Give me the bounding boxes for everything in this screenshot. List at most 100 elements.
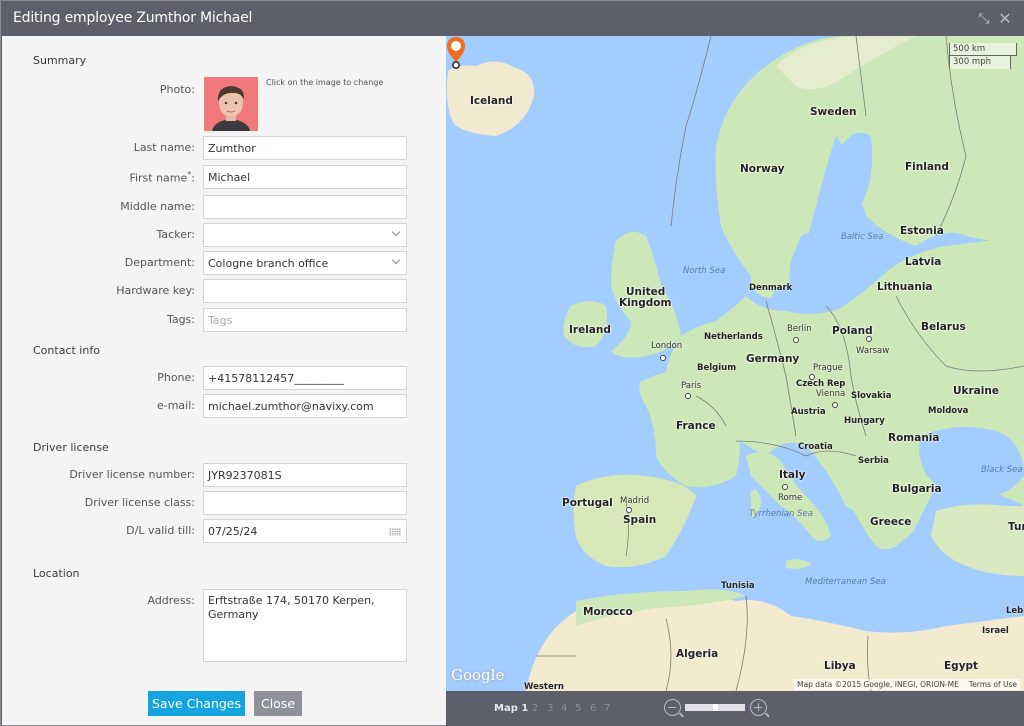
- close-button[interactable]: Close: [254, 691, 302, 716]
- map-city-london: London: [651, 341, 683, 351]
- terms-of-use-link[interactable]: Terms of Use: [969, 680, 1017, 689]
- tags-input[interactable]: Tags: [203, 308, 407, 332]
- map-label-turkey: Turkey: [1008, 521, 1024, 533]
- map-city-warsaw: Warsaw: [856, 346, 890, 356]
- employee-photo[interactable]: [204, 77, 258, 131]
- license-valid-label: D/L valid till:: [126, 524, 195, 537]
- map-tab-4[interactable]: 4: [561, 703, 567, 714]
- map-tab-2[interactable]: 2: [532, 703, 538, 714]
- license-valid-value: 07/25/24: [208, 525, 258, 538]
- license-valid-date-input[interactable]: 07/25/24: [203, 519, 407, 543]
- hardware-key-input[interactable]: [203, 279, 407, 303]
- photo-hint: Click on the image to change: [266, 78, 384, 87]
- zoom-out-icon[interactable]: [664, 699, 684, 718]
- section-location: Location: [33, 567, 80, 580]
- map-label-lithuania: Lithuania: [877, 281, 933, 293]
- license-class-input[interactable]: [203, 491, 407, 515]
- zoom-slider-thumb[interactable]: [712, 704, 718, 711]
- chevron-down-icon: [391, 227, 401, 237]
- first-name-label-text: First name: [129, 171, 188, 185]
- map-label-slovakia: Slovakia: [851, 391, 892, 401]
- map-label-sweden: Sweden: [810, 106, 857, 118]
- last-name-row: Last name: Zumthor: [2, 136, 446, 160]
- land-sicily: [786, 559, 811, 569]
- map-tab-1[interactable]: Map 1: [494, 703, 528, 714]
- tags-label: Tags:: [166, 313, 195, 326]
- map-label-germany: Germany: [746, 353, 800, 365]
- map-sea-black-sea: Black Sea: [981, 465, 1023, 475]
- tags-row: Tags: Tags: [2, 308, 446, 332]
- expand-icon[interactable]: ⤡: [976, 11, 992, 27]
- address-line-2: Germany: [208, 608, 259, 621]
- scale-metric: 500 km: [949, 43, 1017, 56]
- hardware-key-row: Hardware key:: [2, 279, 446, 303]
- map-label-latvia: Latvia: [905, 256, 942, 268]
- address-textarea[interactable]: Erftstraße 174, 50170 Kerpen, Germany: [203, 589, 407, 662]
- magnifier-handle: [679, 712, 684, 718]
- map-tab-6[interactable]: 6: [590, 703, 596, 714]
- middle-name-row: Middle name:: [2, 195, 446, 219]
- city-dot-warsaw: [866, 336, 872, 342]
- license-number-label: Driver license number:: [69, 468, 195, 481]
- license-class-label: Driver license class:: [84, 496, 195, 509]
- department-label: Department:: [124, 256, 195, 269]
- license-number-input[interactable]: JYR9237081S: [203, 463, 407, 487]
- map-label-egypt: Egypt: [944, 660, 979, 672]
- middle-name-label: Middle name:: [120, 200, 195, 213]
- email-label: e-mail:: [156, 399, 195, 412]
- section-summary: Summary: [33, 54, 87, 67]
- phone-input[interactable]: +41578112457_________: [203, 366, 407, 390]
- edit-employee-dialog: Editing employee Zumthor Michael ⤡ ✕ Sum…: [0, 0, 1024, 726]
- map-label-belgium: Belgium: [697, 363, 737, 373]
- map-label-moldova: Moldova: [928, 406, 969, 416]
- chevron-down-icon: [391, 255, 401, 265]
- map-label-portugal: Portugal: [562, 497, 613, 509]
- map-tab-5[interactable]: 5: [575, 703, 581, 714]
- map-tab-7[interactable]: 7: [604, 703, 610, 714]
- tracker-label: Tacker:: [156, 228, 195, 241]
- address-label: Address:: [147, 594, 195, 607]
- map-label-netherlands: Netherlands: [704, 332, 763, 342]
- dialog-titlebar: Editing employee Zumthor Michael ⤡ ✕: [1, 1, 1024, 36]
- map-sea-north-sea: North Sea: [683, 266, 726, 276]
- phone-row: Phone: +41578112457_________: [2, 366, 446, 390]
- tracker-row: Tacker:: [2, 223, 446, 247]
- scale-imperial: 300 mph: [949, 56, 1011, 69]
- location-marker-icon[interactable]: [446, 36, 466, 70]
- map-label-kingdom: Kingdom: [619, 297, 672, 309]
- map-label-western-sahara: Western: [524, 682, 564, 691]
- department-select[interactable]: Cologne branch office: [203, 251, 407, 275]
- map-label-austria: Austria: [791, 407, 826, 417]
- first-name-input[interactable]: Michael: [203, 165, 407, 189]
- tracker-select[interactable]: [203, 223, 407, 247]
- land-turkey: [931, 504, 1024, 576]
- map-label-serbia: Serbia: [858, 456, 889, 466]
- last-name-input[interactable]: Zumthor: [203, 136, 407, 160]
- map-sea-mediterranean-sea: Mediterranean Sea: [805, 577, 886, 587]
- map-tab-3[interactable]: 3: [547, 703, 553, 714]
- license-number-row: Driver license number: JYR9237081S: [2, 463, 446, 487]
- map-label-bulgaria: Bulgaria: [892, 483, 942, 495]
- zoom-in-icon[interactable]: [750, 699, 770, 718]
- close-icon[interactable]: ✕: [997, 11, 1013, 27]
- city-dot-madrid: [626, 507, 632, 513]
- middle-name-input[interactable]: [203, 195, 407, 219]
- map-view[interactable]: 500 km 300 mph Iceland Sweden Norway Fin…: [446, 36, 1024, 691]
- map-city-madrid: Madrid: [620, 496, 650, 506]
- map-city-paris: Paris: [681, 381, 702, 391]
- map-label-tunisia: Tunisia: [721, 581, 755, 591]
- phone-label: Phone:: [157, 371, 195, 384]
- save-changes-button[interactable]: Save Changes: [148, 691, 245, 716]
- license-class-row: Driver license class:: [2, 491, 446, 515]
- city-dot-paris: [685, 393, 691, 399]
- calendar-icon[interactable]: [389, 528, 401, 536]
- license-valid-row: D/L valid till: 07/25/24: [2, 519, 446, 543]
- email-input[interactable]: michael.zumthor@navixy.com: [203, 394, 407, 418]
- first-name-row: First name*: Michael: [2, 165, 446, 189]
- first-name-label: First name*:: [129, 170, 195, 185]
- google-logo: Google: [451, 666, 505, 684]
- map-label-hungary: Hungary: [844, 416, 885, 426]
- section-contact-info: Contact info: [33, 344, 100, 357]
- map-label-poland: Poland: [832, 325, 873, 337]
- department-row: Department: Cologne branch office: [2, 251, 446, 275]
